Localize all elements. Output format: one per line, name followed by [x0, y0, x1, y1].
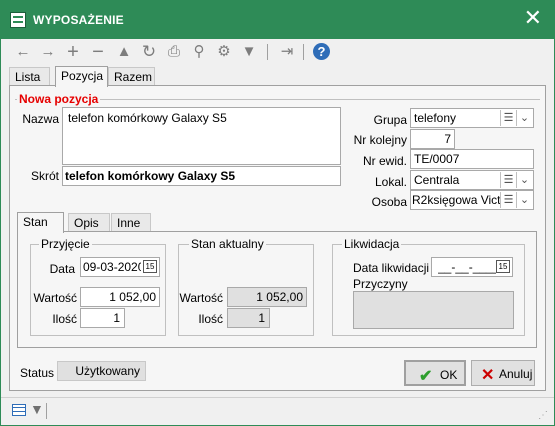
filter-icon[interactable]: ▼ [30, 401, 44, 417]
cancel-button[interactable]: ✕ Anuluj [471, 360, 535, 386]
calendar-icon[interactable]: 15 [496, 260, 510, 273]
x-icon: ✕ [481, 367, 495, 384]
wartosc-aktualna-field: 1 052,00 [227, 287, 307, 307]
data-label: Data [49, 262, 75, 276]
osoba-value: R2księgowa Victoria [412, 193, 507, 207]
nr-kolejny-field[interactable]: 7 [410, 129, 455, 149]
export-icon[interactable]: ⇥ [277, 42, 297, 62]
refresh-icon[interactable]: ↻ [139, 42, 159, 62]
cancel-label: Anuluj [499, 367, 533, 381]
add-icon[interactable]: + [63, 42, 83, 62]
nr-kolejny-value: 7 [444, 132, 451, 146]
przyczyny-label: Przyczyny [353, 277, 408, 291]
toolbar-separator [267, 44, 268, 60]
ok-button[interactable]: ✔ OK [404, 360, 466, 386]
filter-icon[interactable]: ▼ [239, 42, 259, 62]
data-likwidacji-value: __-__-____ [438, 260, 496, 274]
przyjecie-title: Przyjęcie [39, 237, 92, 251]
list-icon[interactable]: ☰ [500, 172, 516, 188]
tab-stan[interactable]: Stan [17, 212, 64, 233]
title-bar: WYPOSAŻENIE ✕ [1, 1, 554, 39]
skrot-field[interactable]: telefon komórkowy Galaxy S5 [62, 166, 341, 186]
list-icon[interactable]: ☰ [500, 110, 516, 126]
chevron-down-icon[interactable]: ⌄ [516, 172, 532, 188]
resize-grip-icon[interactable]: ⋰ [538, 410, 548, 421]
status-bar: ▼ ⋰ [1, 397, 554, 425]
wartosc-przyjecia-value: 1 052,00 [109, 290, 156, 304]
lokal-label: Lokal. [374, 175, 407, 189]
app-icon [10, 12, 26, 28]
status-label: Status [20, 366, 55, 380]
osoba-combo[interactable]: R2księgowa Victoria ☰ ⌄ [410, 190, 534, 210]
nazwa-value: telefon komórkowy Galaxy S5 [68, 111, 227, 125]
wartosc-label: Wartość [179, 291, 223, 305]
chevron-down-icon[interactable]: ⌄ [516, 192, 532, 208]
tab-lista[interactable]: Lista [9, 67, 50, 86]
status-field: Użytkowany [57, 361, 146, 381]
tab-opis[interactable]: Opis [68, 213, 110, 232]
window-title: WYPOSAŻENIE [33, 13, 124, 27]
nr-kolejny-label: Nr kolejny [353, 133, 407, 147]
wartosc-przyjecia-field[interactable]: 1 052,00 [80, 287, 160, 307]
data-przyjecia-value: 09-03-2020 [83, 260, 141, 274]
section-title: Nowa pozycja [17, 92, 101, 106]
nr-ewid-value: TE/0007 [414, 152, 460, 166]
data-przyjecia-field[interactable]: 09-03-2020 15 [80, 257, 160, 277]
likwidacja-title: Likwidacja [342, 237, 402, 251]
calendar-icon[interactable]: 15 [143, 260, 157, 273]
ilosc-przyjecia-value: 1 [113, 311, 120, 325]
list-icon[interactable]: ☰ [500, 192, 516, 208]
przyczyny-field [353, 291, 514, 329]
close-icon[interactable]: ✕ [524, 7, 542, 29]
status-value: Użytkowany [75, 364, 140, 378]
checkmark-icon: ✔ [419, 368, 433, 385]
forward-arrow-icon[interactable]: → [38, 42, 58, 62]
grupa-combo[interactable]: telefony ☰ ⌄ [410, 108, 534, 128]
ilosc-aktualna-field: 1 [227, 308, 270, 328]
ilosc-label: Ilość [52, 312, 77, 326]
help-icon[interactable]: ? [313, 43, 330, 60]
lokal-value: Centrala [414, 173, 460, 187]
ilosc-przyjecia-field[interactable]: 1 [80, 308, 125, 328]
stan-aktualny-title: Stan aktualny [189, 237, 266, 251]
settings-icon[interactable]: ⚙ [214, 42, 234, 62]
ilosc-label: Ilość [198, 312, 223, 326]
grupa-value: telefony [414, 111, 457, 125]
remove-icon[interactable]: − [88, 42, 108, 62]
lokal-combo[interactable]: Centrala ☰ ⌄ [410, 170, 534, 190]
skrot-value: telefon komórkowy Galaxy S5 [65, 169, 236, 183]
tab-inne[interactable]: Inne [111, 213, 151, 232]
search-icon[interactable]: ⚲ [189, 42, 209, 62]
dialog-window: WYPOSAŻENIE ✕ ← → + − ▲ ↻ ⎙ ⚲ ⚙ ▼ ⇥ ? Li… [0, 0, 555, 426]
nazwa-label: Nazwa [22, 112, 59, 126]
data-likwidacji-label: Data likwidacji [353, 261, 430, 275]
wartosc-label: Wartość [33, 291, 77, 305]
back-arrow-icon[interactable]: ← [13, 42, 33, 62]
data-likwidacji-field[interactable]: __-__-____ 15 [431, 257, 513, 277]
skrot-label: Skrót [30, 169, 59, 183]
table-icon[interactable] [12, 404, 26, 416]
triangle-icon[interactable]: ▲ [114, 42, 134, 62]
wartosc-aktualna-value: 1 052,00 [256, 290, 303, 304]
osoba-label: Osoba [371, 195, 407, 209]
tab-razem[interactable]: Razem [108, 67, 155, 86]
print-icon[interactable]: ⎙ [164, 42, 184, 62]
ilosc-aktualna-value: 1 [258, 311, 265, 325]
nazwa-textarea[interactable]: telefon komórkowy Galaxy S5 [62, 107, 341, 165]
ok-label: OK [440, 368, 458, 382]
toolbar-separator [303, 44, 304, 60]
nr-ewid-label: Nr ewid. [362, 154, 407, 168]
statusbar-separator [46, 403, 47, 419]
grupa-label: Grupa [373, 113, 407, 127]
nr-ewid-field[interactable]: TE/0007 [410, 149, 534, 169]
tab-pozycja[interactable]: Pozycja [55, 66, 108, 87]
chevron-down-icon[interactable]: ⌄ [516, 110, 532, 126]
toolbar: ← → + − ▲ ↻ ⎙ ⚲ ⚙ ▼ ⇥ ? [1, 39, 554, 65]
